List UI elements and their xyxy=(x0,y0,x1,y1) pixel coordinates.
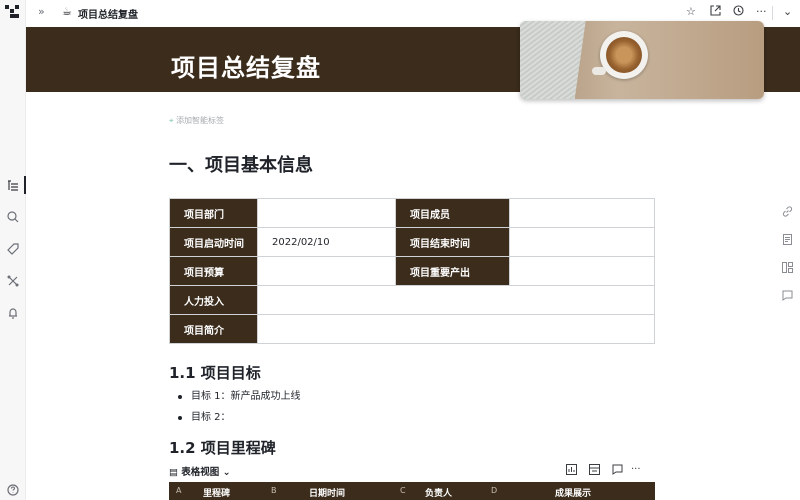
column-header[interactable]: 日期时间 xyxy=(309,486,345,499)
view-toolbar: ▤ 表格视图 ⌄ ··· xyxy=(169,464,655,478)
search-icon[interactable] xyxy=(6,210,20,224)
project-info-table: 项目部门 项目成员 项目启动时间 2022/02/10 项目结束时间 项目预算 … xyxy=(169,198,655,344)
notebook-illustration xyxy=(520,21,587,99)
table-row: 项目预算 项目重要产出 xyxy=(169,256,655,286)
table-view-icon: ▤ xyxy=(169,467,178,478)
expand-sidebar-icon[interactable]: » xyxy=(38,5,45,18)
doc-emoji-icon: ☕ xyxy=(62,5,72,18)
table-value-cell[interactable] xyxy=(509,227,655,257)
connections-icon[interactable] xyxy=(6,274,20,288)
milestone-grid-header: A 里程碑 B 日期时间 C 负责人 D 成果展示 xyxy=(169,482,655,500)
table-key-cell: 项目结束时间 xyxy=(395,227,510,257)
column-letter: D xyxy=(491,486,498,495)
table-key-cell: 人力投入 xyxy=(169,285,258,315)
notifications-icon[interactable] xyxy=(6,306,20,320)
open-new-window-icon[interactable] xyxy=(710,5,721,19)
table-row: 人力投入 xyxy=(169,285,655,315)
coffee-cup-illustration xyxy=(600,31,648,79)
link-icon[interactable] xyxy=(780,206,794,220)
chevron-down-icon[interactable]: ⌄ xyxy=(783,5,792,18)
table-row: 项目部门 项目成员 xyxy=(169,198,655,228)
column-header[interactable]: 成果展示 xyxy=(555,486,591,499)
table-value-cell[interactable]: 2022/02/10 xyxy=(257,227,396,257)
history-icon[interactable] xyxy=(733,5,744,19)
table-value-cell[interactable] xyxy=(257,198,396,228)
doc-title-breadcrumb[interactable]: 项目总结复盘 xyxy=(78,6,138,21)
more-icon[interactable]: ··· xyxy=(631,464,641,475)
table-value-cell[interactable] xyxy=(509,198,655,228)
help-icon[interactable] xyxy=(6,483,20,497)
app-logo-icon[interactable] xyxy=(5,5,20,18)
cover-image[interactable] xyxy=(520,21,764,99)
table-key-cell: 项目成员 xyxy=(395,198,510,228)
toolbar-divider xyxy=(772,6,773,20)
page-title: 项目总结复盘 xyxy=(171,54,321,82)
list-item[interactable]: 目标 1：新产品成功上线 xyxy=(178,389,301,410)
goals-list: 目标 1：新产品成功上线 目标 2： xyxy=(178,389,301,431)
outline-icon[interactable] xyxy=(6,178,20,192)
table-value-cell[interactable] xyxy=(257,314,655,344)
more-icon[interactable]: ··· xyxy=(756,5,767,18)
active-indicator xyxy=(24,176,26,194)
tag-plus-icon: ⌖ xyxy=(169,116,174,125)
table-row: 项目启动时间 2022/02/10 项目结束时间 xyxy=(169,227,655,257)
column-header[interactable]: 里程碑 xyxy=(203,486,230,499)
column-letter: B xyxy=(271,486,277,495)
table-key-cell: 项目部门 xyxy=(169,198,258,228)
table-value-cell[interactable] xyxy=(509,256,655,286)
comment-icon[interactable] xyxy=(612,464,623,478)
column-header[interactable]: 负责人 xyxy=(425,486,452,499)
chart-icon[interactable] xyxy=(566,464,577,478)
left-sidebar xyxy=(0,0,26,500)
list-item[interactable]: 目标 2： xyxy=(178,410,301,431)
table-key-cell: 项目预算 xyxy=(169,256,258,286)
subheading-milestones: 1.2 项目里程碑 xyxy=(169,439,276,457)
chevron-down-icon: ⌄ xyxy=(222,467,231,478)
subheading-goals: 1.1 项目目标 xyxy=(169,364,261,382)
table-key-cell: 项目启动时间 xyxy=(169,227,258,257)
table-key-cell: 项目简介 xyxy=(169,314,258,344)
view-switcher[interactable]: ▤ 表格视图 ⌄ xyxy=(169,464,231,478)
table-key-cell: 项目重要产出 xyxy=(395,256,510,286)
layout-icon[interactable] xyxy=(780,262,794,276)
add-smart-tag[interactable]: ⌖ 添加智能标签 xyxy=(169,115,224,126)
star-icon[interactable]: ☆ xyxy=(686,5,696,18)
column-letter: C xyxy=(400,486,406,495)
section-heading-basic-info: 一、项目基本信息 xyxy=(169,155,313,176)
cover-banner: 项目总结复盘 xyxy=(26,21,800,99)
table-value-cell[interactable] xyxy=(257,285,655,315)
form-icon[interactable] xyxy=(589,464,600,478)
table-value-cell[interactable] xyxy=(257,256,396,286)
comment-icon[interactable] xyxy=(780,290,794,304)
tag-icon[interactable] xyxy=(6,242,20,256)
table-row: 项目简介 xyxy=(169,314,655,344)
document-icon[interactable] xyxy=(780,234,794,248)
column-letter: A xyxy=(176,486,182,495)
